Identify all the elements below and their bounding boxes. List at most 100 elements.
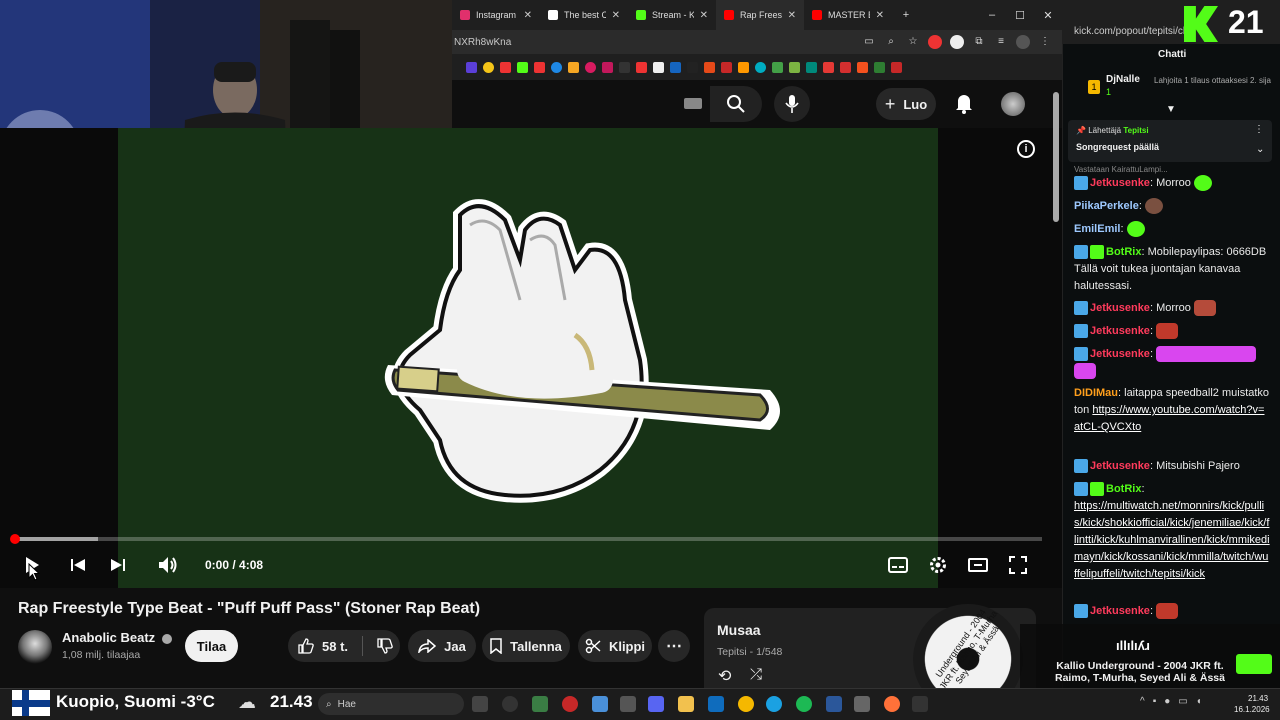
info-icon[interactable]: i: [1017, 140, 1035, 158]
volume-icon[interactable]: ◖: [1196, 696, 1202, 712]
theater-mode-button[interactable]: [966, 553, 990, 577]
tray-chevron-icon[interactable]: ^: [1140, 696, 1145, 712]
close-icon[interactable]: ✕: [524, 10, 532, 21]
bookmark-icon[interactable]: [857, 61, 868, 73]
bookmark-icon[interactable]: [483, 61, 494, 73]
chat-link[interactable]: https://www.youtube.com/watch?v=atCL-QVC…: [1074, 404, 1264, 433]
zoom-icon[interactable]: ⌕: [884, 35, 898, 49]
extension-icon-2[interactable]: [950, 35, 964, 49]
bookmark-icon[interactable]: [874, 61, 885, 73]
taskbar-search[interactable]: ⌕ Hae: [318, 693, 464, 715]
scroll-down-icon[interactable]: ▼: [1166, 104, 1176, 115]
bookmark-icon[interactable]: [551, 61, 562, 73]
network-icon[interactable]: ▭: [1178, 696, 1187, 712]
bookmark-icon[interactable]: [772, 61, 783, 73]
bookmark-icon[interactable]: [619, 61, 630, 73]
voice-search-button[interactable]: [774, 86, 810, 122]
media-icon[interactable]: ≡: [994, 35, 1008, 49]
progress-track[interactable]: [14, 537, 1042, 541]
close-icon[interactable]: ✕: [876, 10, 884, 21]
new-tab-button[interactable]: +: [892, 9, 920, 21]
dislike-button[interactable]: [377, 638, 393, 654]
bookmark-icon[interactable]: [653, 61, 664, 73]
like-button[interactable]: 58 t.: [298, 638, 348, 654]
tab-youtube-master[interactable]: MASTER BO✕: [804, 0, 892, 30]
chevron-down-icon[interactable]: ⌄: [1256, 144, 1264, 155]
close-window-button[interactable]: ✕: [1034, 9, 1062, 22]
maximize-button[interactable]: ☐: [1006, 9, 1034, 22]
channel-name[interactable]: Anabolic Beatz: [62, 630, 172, 645]
close-icon[interactable]: ✕: [612, 10, 620, 21]
bookmark-icon[interactable]: [840, 61, 851, 73]
tab-youtube-active[interactable]: Rap Freesty✕: [716, 0, 804, 30]
close-icon[interactable]: ✕: [700, 10, 708, 21]
bookmark-icon[interactable]: [466, 61, 477, 73]
bookmark-icon[interactable]: [500, 61, 511, 73]
taskbar-app-icon[interactable]: [826, 696, 842, 712]
fullscreen-button[interactable]: [1006, 553, 1030, 577]
minimize-button[interactable]: –: [978, 9, 1006, 21]
bookmark-icon[interactable]: [755, 61, 766, 73]
bookmark-icon[interactable]: [670, 61, 681, 73]
menu-icon[interactable]: ⋮: [1038, 35, 1052, 49]
account-avatar[interactable]: [1001, 92, 1025, 116]
bookmark-icon[interactable]: [721, 61, 732, 73]
previous-button[interactable]: [66, 553, 90, 577]
captions-button[interactable]: [886, 553, 910, 577]
bookmark-icon[interactable]: [789, 61, 800, 73]
tray-app-icon[interactable]: ▪: [1153, 696, 1157, 712]
video-frame[interactable]: [118, 128, 938, 588]
bookmark-icon[interactable]: [704, 61, 715, 73]
tab-best[interactable]: The best Cl ✕: [540, 0, 628, 30]
bookmark-icon[interactable]: [517, 61, 528, 73]
discord-icon[interactable]: [648, 696, 664, 712]
extensions-puzzle-icon[interactable]: ⧉: [972, 35, 986, 49]
spotify-icon[interactable]: [796, 696, 812, 712]
taskbar-app-icon[interactable]: [912, 696, 928, 712]
page-scrollbar[interactable]: [1053, 92, 1059, 222]
bookmark-icon[interactable]: [891, 61, 902, 73]
more-actions-button[interactable]: ⋯: [658, 630, 690, 662]
chat-link[interactable]: https://multiwatch.net/monnirs/kick/pull…: [1074, 500, 1270, 580]
next-button[interactable]: [106, 553, 130, 577]
close-icon[interactable]: ✕: [788, 10, 796, 21]
chat-url-text[interactable]: kick.com/popout/tepitsi/ch...: [1074, 26, 1194, 37]
bookmark-star-icon[interactable]: ☆: [906, 35, 920, 49]
notifications-bell-icon[interactable]: [954, 92, 974, 119]
bookmark-icon[interactable]: [823, 61, 834, 73]
pinned-message[interactable]: 📌 Lähettäjä Tepitsi Songrequest päällä ⋮…: [1068, 120, 1272, 162]
tab-instagram[interactable]: Instagram ✕: [452, 0, 540, 30]
file-explorer-icon[interactable]: [678, 696, 694, 712]
taskbar-app-icon[interactable]: [472, 696, 488, 712]
progress-scrubber[interactable]: [10, 534, 20, 544]
save-button[interactable]: Tallenna: [482, 630, 570, 662]
clip-button[interactable]: Klippi: [578, 630, 652, 662]
edge-icon[interactable]: [766, 696, 782, 712]
microphone-icon[interactable]: ●: [1164, 696, 1170, 712]
loop-icon[interactable]: ⟲: [718, 666, 731, 686]
bookmark-icon[interactable]: [636, 61, 647, 73]
subscribe-button[interactable]: Tilaa: [185, 630, 238, 662]
chat-send-button[interactable]: [1236, 654, 1272, 674]
taskbar-app-icon[interactable]: [502, 696, 518, 712]
bookmark-icon[interactable]: [738, 61, 749, 73]
bookmark-icon[interactable]: [534, 61, 545, 73]
firefox-icon[interactable]: [884, 696, 900, 712]
channel-avatar[interactable]: [18, 630, 52, 664]
taskbar-app-icon[interactable]: [592, 696, 608, 712]
create-button[interactable]: + Luo: [876, 88, 936, 120]
extension-icon-1[interactable]: [928, 35, 942, 49]
bookmark-icon[interactable]: [602, 61, 613, 73]
keyboard-icon[interactable]: [684, 98, 702, 109]
cast-icon[interactable]: ▭: [862, 35, 876, 49]
bookmark-icon[interactable]: [568, 61, 579, 73]
volume-button[interactable]: [156, 553, 180, 577]
bookmark-icon[interactable]: [806, 61, 817, 73]
settings-button[interactable]: [926, 553, 950, 577]
taskbar-app-icon[interactable]: [620, 696, 636, 712]
taskbar-app-icon[interactable]: [738, 696, 754, 712]
taskbar-app-icon[interactable]: [532, 696, 548, 712]
pinned-more-icon[interactable]: ⋮: [1254, 124, 1264, 135]
profile-icon[interactable]: [1016, 35, 1030, 49]
taskbar-app-icon[interactable]: [854, 696, 870, 712]
